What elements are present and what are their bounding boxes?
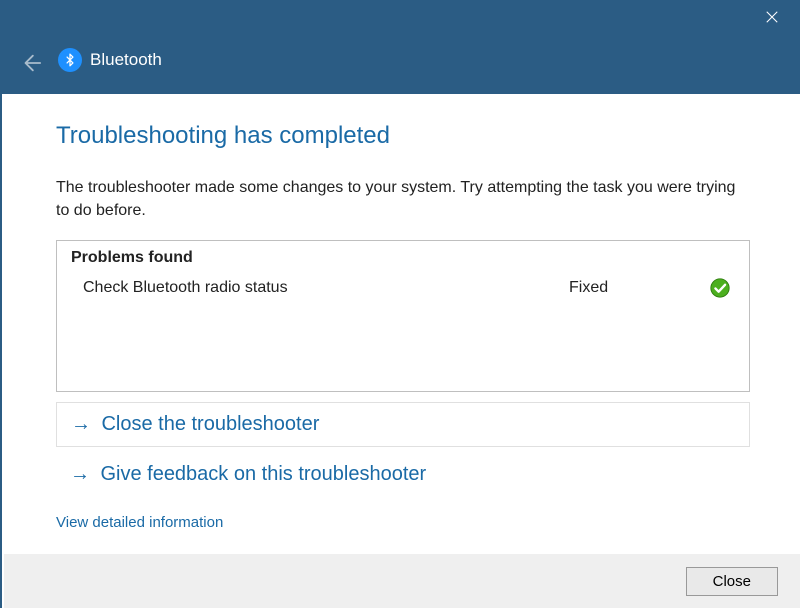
window-title: Bluetooth	[90, 50, 162, 70]
view-detailed-link[interactable]: View detailed information	[56, 514, 223, 531]
close-troubleshooter-link[interactable]: → Close the troubleshooter	[56, 402, 750, 447]
problem-row: Check Bluetooth radio status Fixed	[71, 277, 735, 299]
give-feedback-link[interactable]: → Give feedback on this troubleshooter	[56, 453, 750, 496]
footer-bar: Close	[4, 554, 800, 608]
problems-found-box: Problems found Check Bluetooth radio sta…	[56, 240, 750, 392]
arrow-right-icon: →	[70, 463, 90, 485]
arrow-right-icon: →	[71, 413, 91, 435]
close-button[interactable]: Close	[686, 567, 778, 596]
titlebar: Bluetooth	[2, 0, 800, 94]
page-description: The troubleshooter made some changes to …	[56, 176, 750, 222]
give-feedback-label: Give feedback on this troubleshooter	[100, 463, 426, 485]
problem-status: Fixed	[569, 279, 709, 297]
bluetooth-icon	[58, 48, 82, 72]
problem-name: Check Bluetooth radio status	[75, 279, 569, 297]
back-arrow-icon	[20, 52, 42, 80]
page-heading: Troubleshooting has completed	[56, 122, 750, 150]
content-area: Troubleshooting has completed The troubl…	[2, 94, 800, 532]
window-close-button[interactable]	[760, 8, 784, 32]
problems-found-header: Problems found	[71, 249, 735, 267]
check-icon	[709, 277, 731, 299]
close-troubleshooter-label: Close the troubleshooter	[101, 413, 319, 435]
